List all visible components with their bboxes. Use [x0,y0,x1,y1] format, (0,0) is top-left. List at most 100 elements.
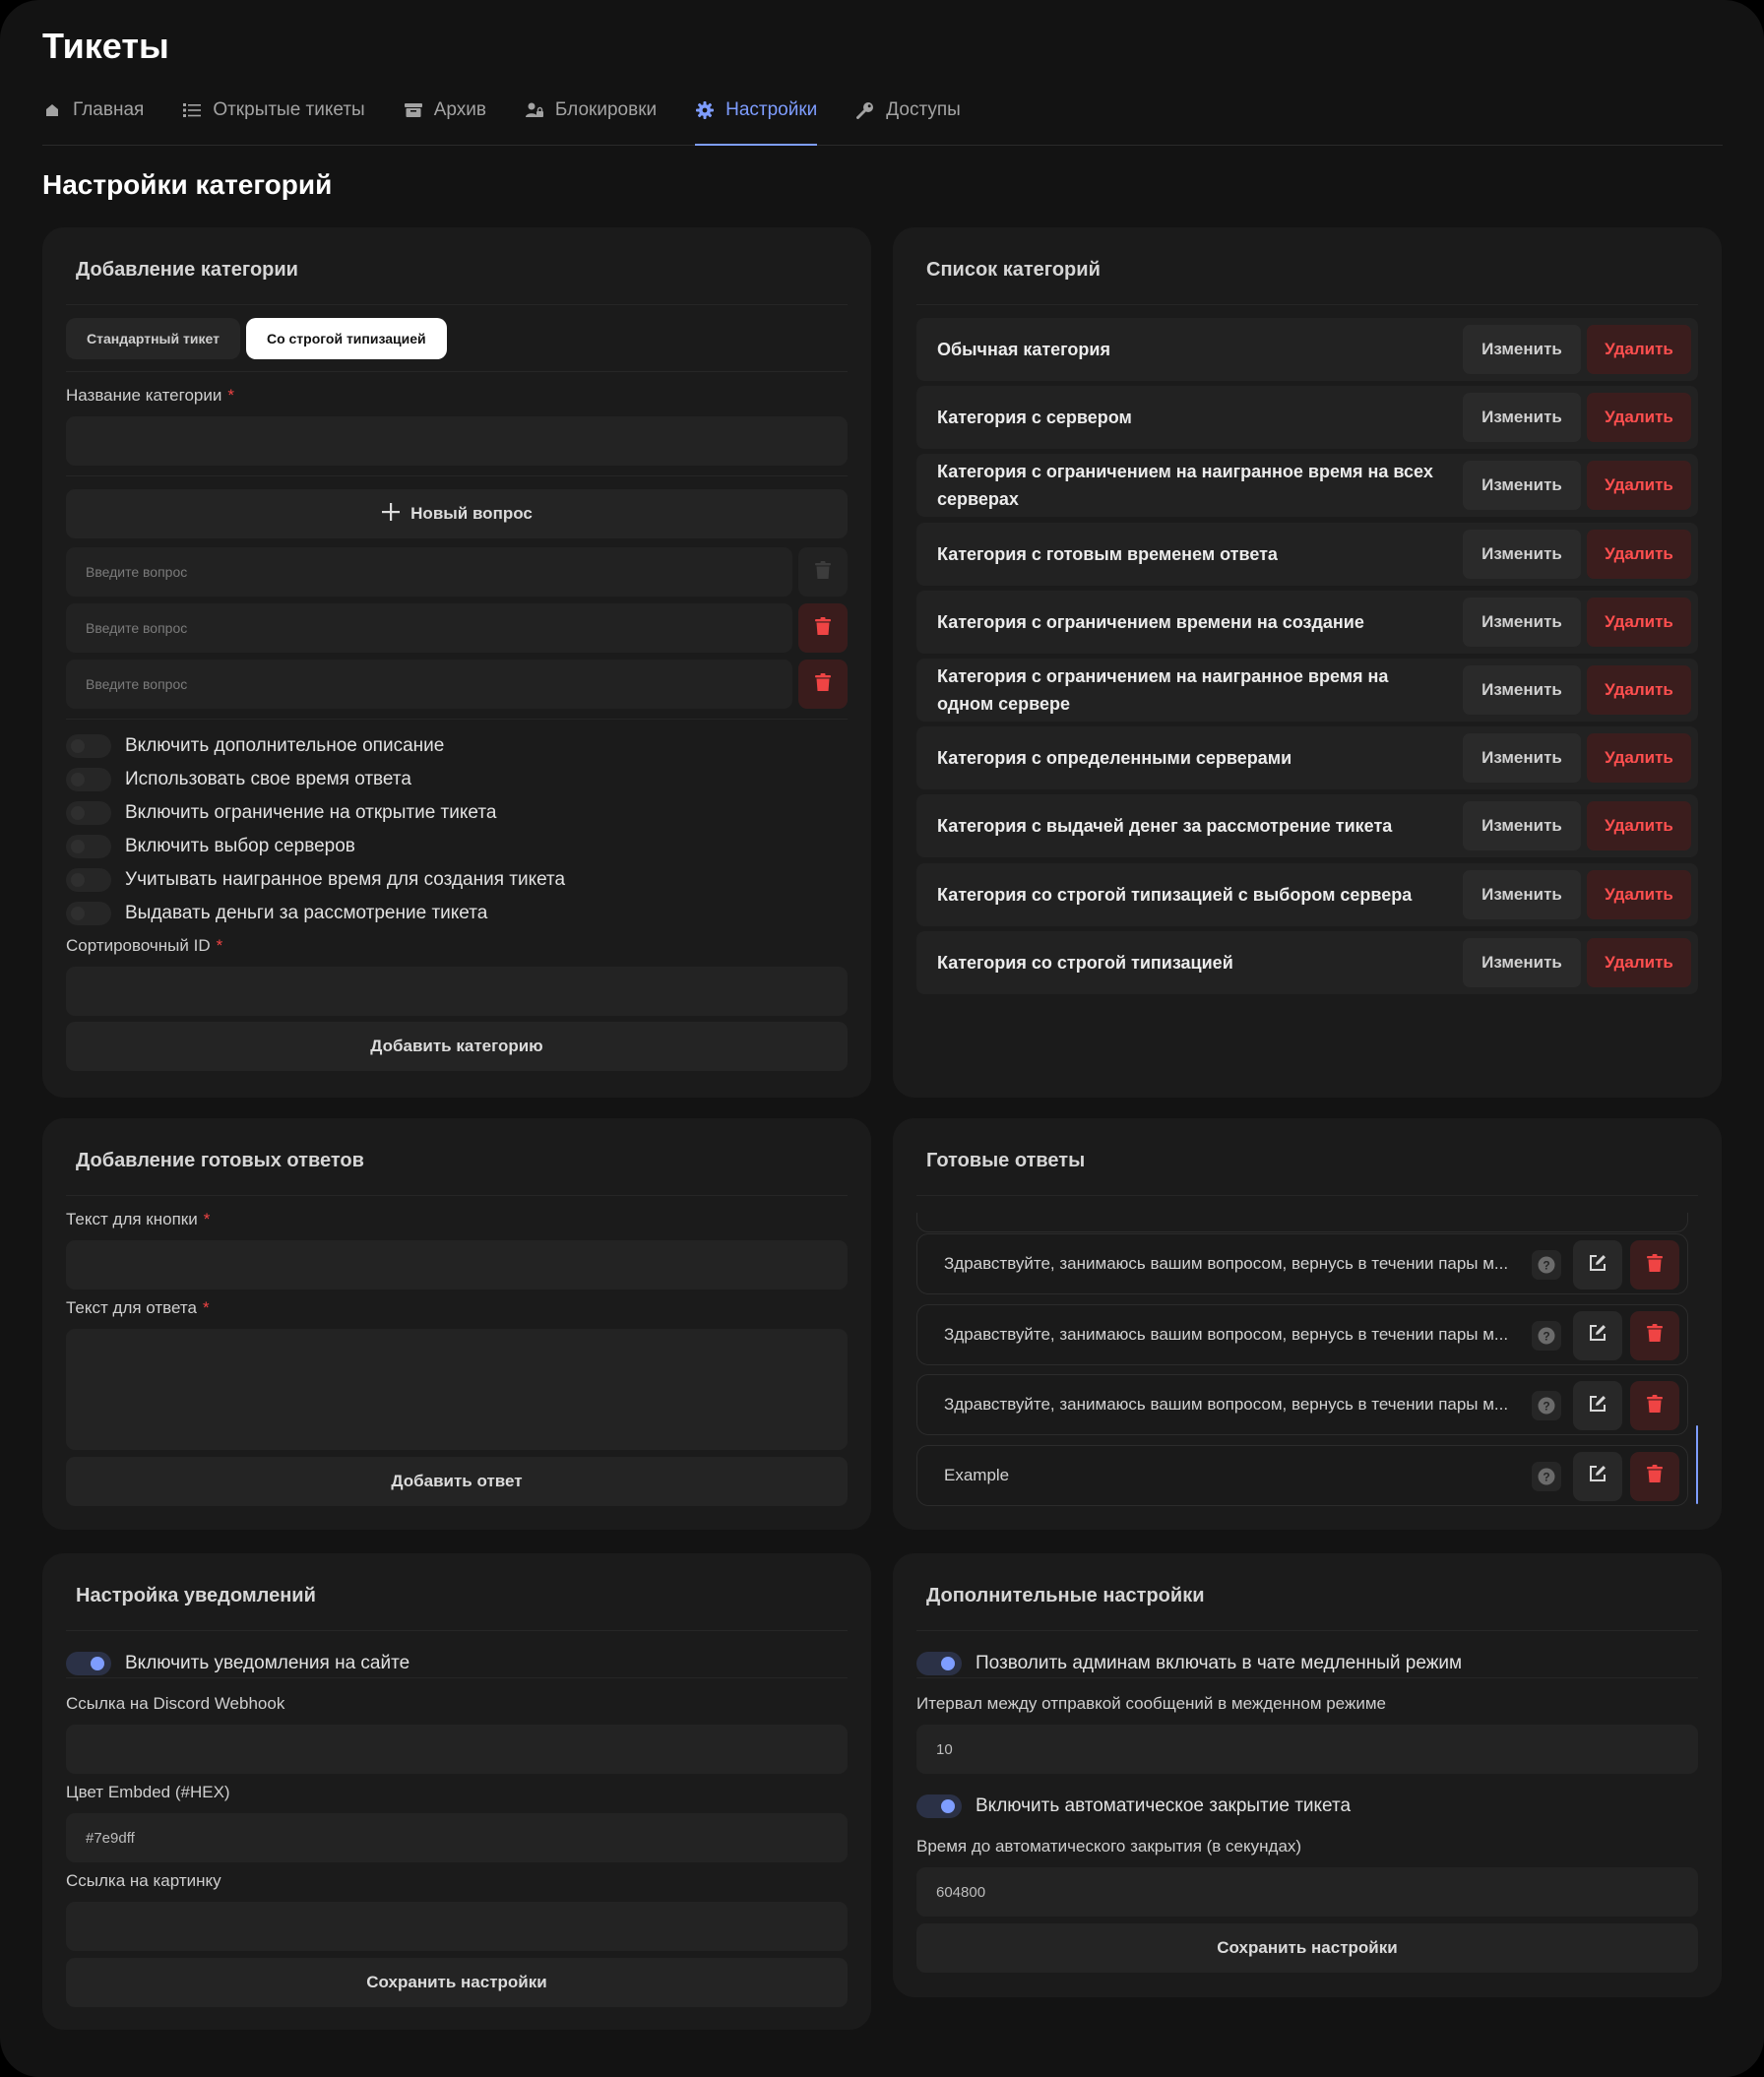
delete-answer-button[interactable] [1630,1240,1679,1290]
type-standard-button[interactable]: Стандартный тикет [66,318,240,359]
required-mark: * [227,386,234,405]
category-name: Категория с готовым временем ответа [937,543,1278,564]
trash-icon [815,672,831,696]
edit-category-button[interactable]: Изменить [1463,665,1581,715]
category-name-input[interactable] [66,416,848,466]
toggle-switch[interactable] [66,902,111,925]
tab-home[interactable]: Главная [42,91,144,130]
edit-category-button[interactable]: Изменить [1463,937,1581,987]
edit-answer-button[interactable] [1573,1451,1622,1501]
category-name: Обычная категория [937,340,1110,359]
trash-icon [815,616,831,640]
webhook-label: Ссылка на Discord Webhook [66,1694,285,1713]
edit-icon [1588,1464,1607,1488]
toggle-switch[interactable] [66,868,111,892]
delete-category-button[interactable]: Удалить [1587,665,1691,715]
edit-category-button[interactable]: Изменить [1463,529,1581,579]
toggle-label: Включить ограничение на открытие тикета [125,802,497,823]
toggle-label: Позволить админам включать в чате медлен… [976,1653,1463,1673]
sort-id-input[interactable] [66,967,848,1016]
edit-answer-button[interactable] [1573,1381,1622,1430]
answer-text-label: Текст для ответа * [66,1298,210,1318]
edit-answer-button[interactable] [1573,1310,1622,1360]
archive-icon [404,100,423,120]
delete-question-button[interactable] [798,603,848,653]
category-name: Категория с ограничением времени на созд… [937,611,1364,632]
autoclose-toggle[interactable] [916,1794,962,1818]
autoclose-time-label: Время до автоматического закрытия (в сек… [916,1837,1302,1856]
tab-label: Главная [73,99,145,120]
edit-answer-button[interactable] [1573,1240,1622,1290]
interval-input[interactable]: 10 [916,1725,1698,1774]
image-link-input[interactable] [66,1902,848,1951]
main-nav: Главная Открытые тикеты Архив Блокировки… [42,91,1723,146]
required-mark: * [202,1298,210,1317]
webhook-input[interactable] [66,1725,848,1774]
question-row: Введите вопрос [66,660,848,709]
add-answer-card: Добавление готовых ответов Текст для кно… [42,1118,871,1530]
edit-category-button[interactable]: Изменить [1463,597,1581,647]
save-notifications-button[interactable]: Сохранить настройки [66,1958,848,2007]
label-text: Название категории [66,386,222,405]
answer-row: Здравствуйте, занимаюсь вашим вопросом, … [916,1374,1688,1435]
answer-text: Example [944,1465,1010,1484]
question-input[interactable]: Введите вопрос [66,603,792,653]
category-name: Категория с ограничением на наигранное в… [937,666,1389,714]
help-icon[interactable]: ? [1532,1320,1561,1351]
delete-category-button[interactable]: Удалить [1587,869,1691,919]
delete-category-button[interactable]: Удалить [1587,325,1691,374]
card-title: Добавление категории [76,259,298,281]
delete-category-button[interactable]: Удалить [1587,733,1691,784]
delete-question-button [798,547,848,597]
edit-category-button[interactable]: Изменить [1463,733,1581,784]
edit-category-button[interactable]: Изменить [1463,869,1581,919]
answer-text-textarea[interactable] [66,1329,848,1450]
delete-category-button[interactable]: Удалить [1587,937,1691,987]
divider [66,475,848,476]
delete-question-button[interactable] [798,660,848,709]
tab-archive[interactable]: Архив [404,91,486,130]
toggle-switch[interactable] [66,801,111,825]
save-extra-settings-button[interactable]: Сохранить настройки [916,1923,1698,1973]
help-icon[interactable]: ? [1532,1461,1561,1491]
help-icon[interactable]: ? [1532,1250,1561,1280]
question-input[interactable]: Введите вопрос [66,660,792,709]
edit-category-button[interactable]: Изменить [1463,325,1581,374]
tab-access[interactable]: Доступы [855,91,961,130]
new-question-button[interactable]: Новый вопрос [66,489,848,538]
delete-answer-button[interactable] [1630,1310,1679,1360]
add-category-button[interactable]: Добавить категорию [66,1022,848,1071]
toggle-switch[interactable] [66,835,111,858]
edit-category-button[interactable]: Изменить [1463,801,1581,851]
add-answer-button[interactable]: Добавить ответ [66,1457,848,1506]
embed-color-input[interactable]: #7e9dff [66,1813,848,1862]
tab-blocks[interactable]: Блокировки [525,91,657,130]
category-list-card: Список категорий Обычная категория Измени… [893,227,1722,1098]
site-notifications-toggle[interactable] [66,1652,111,1675]
category-name: Категория со строгой типизацией [937,952,1233,973]
question-input[interactable]: Введите вопрос [66,547,792,597]
divider [66,1677,848,1678]
delete-category-button[interactable]: Удалить [1587,801,1691,851]
toggle-switch[interactable] [66,734,111,758]
toggle-switch[interactable] [66,768,111,791]
scrollbar-thumb[interactable] [1696,1425,1698,1504]
type-strict-button[interactable]: Со строгой типизацией [245,318,447,359]
tab-label: Блокировки [554,99,658,120]
tab-open-tickets[interactable]: Открытые тикеты [182,91,365,130]
edit-category-button[interactable]: Изменить [1463,461,1581,511]
category-row: Обычная категория Изменить Удалить [916,318,1698,381]
delete-category-button[interactable]: Удалить [1587,461,1691,511]
edit-category-button[interactable]: Изменить [1463,393,1581,443]
slowmode-toggle[interactable] [916,1652,962,1675]
delete-answer-button[interactable] [1630,1381,1679,1430]
delete-answer-button[interactable] [1630,1451,1679,1501]
delete-category-button[interactable]: Удалить [1587,597,1691,647]
delete-category-button[interactable]: Удалить [1587,393,1691,443]
button-text-input[interactable] [66,1240,848,1290]
tab-settings[interactable]: Настройки [695,91,818,146]
delete-category-button[interactable]: Удалить [1587,529,1691,579]
autoclose-time-input[interactable]: 604800 [916,1867,1698,1917]
svg-text:?: ? [1543,1259,1549,1273]
help-icon[interactable]: ? [1532,1391,1561,1420]
